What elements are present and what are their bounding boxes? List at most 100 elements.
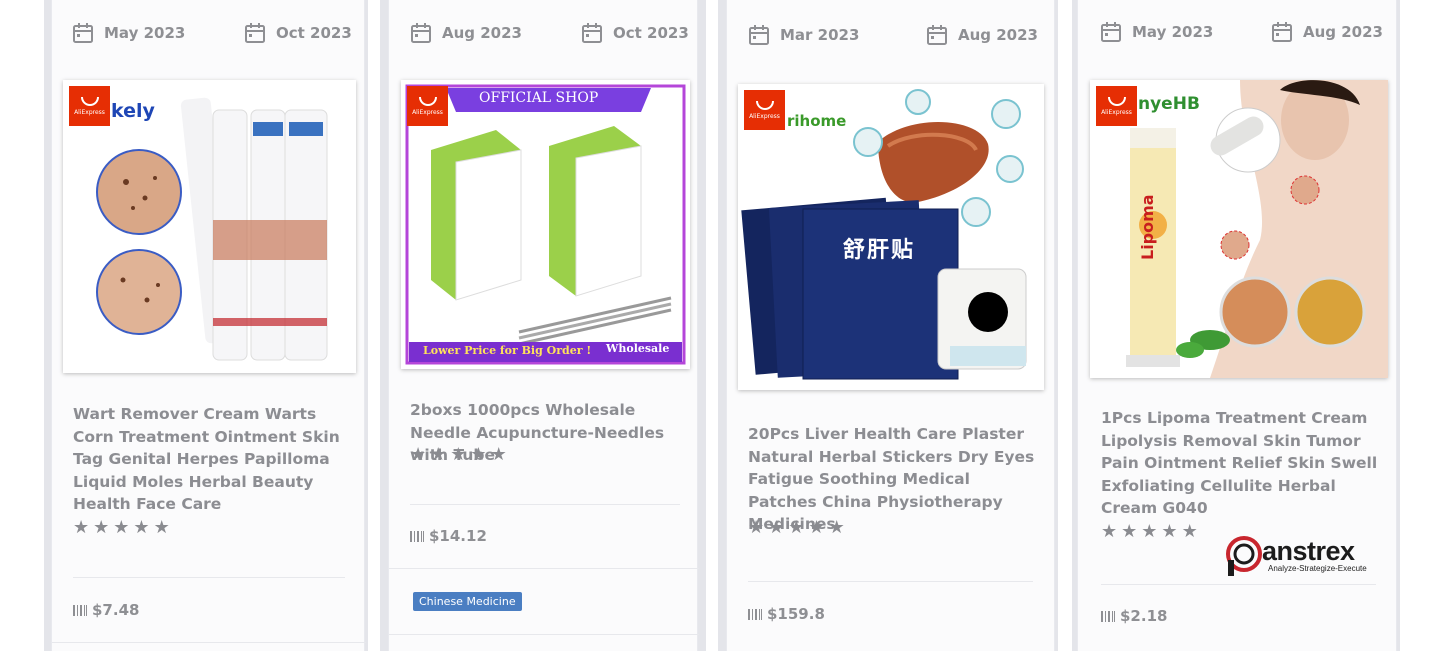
- end-date-label: Aug 2023: [1303, 23, 1383, 41]
- star-icon: ★: [73, 517, 90, 538]
- watermark-name: anstrex: [1262, 536, 1355, 566]
- star-icon: ★: [808, 517, 825, 538]
- star-icon: ★: [113, 517, 130, 538]
- brand-label: kely: [111, 100, 155, 122]
- start-date-label: Aug 2023: [442, 24, 522, 42]
- aliexpress-smile-icon: [418, 96, 437, 106]
- divider: [748, 581, 1033, 582]
- calendar-icon: [582, 23, 602, 43]
- start-date: May 2023: [72, 22, 185, 44]
- aliexpress-badge: AliExpress: [1096, 86, 1137, 126]
- star-icon: ★: [490, 444, 507, 465]
- aliexpress-smile-icon: [755, 100, 774, 110]
- price-value: $2.18: [1120, 607, 1168, 625]
- product-card[interactable]: May 2023 Oct 2023 AliExpress kely Wart R…: [51, 0, 366, 651]
- star-icon: ★: [1101, 521, 1118, 542]
- price: $159.8: [748, 605, 825, 623]
- category-tag[interactable]: Chinese Medicine: [413, 592, 522, 611]
- star-icon: ★: [93, 517, 110, 538]
- price-value: $14.12: [429, 527, 487, 545]
- calendar-icon: [245, 23, 265, 43]
- aliexpress-smile-icon: [80, 96, 99, 106]
- divider: [52, 642, 366, 643]
- aliexpress-badge: AliExpress: [744, 90, 785, 130]
- start-date: May 2023: [1100, 21, 1213, 43]
- product-card[interactable]: Aug 2023 Oct 2023 OFFICIAL SHOP Lower Pr…: [388, 0, 699, 651]
- star-icon: ★: [153, 517, 170, 538]
- brand-label: nyeHB: [1138, 94, 1200, 114]
- star-icon: ★: [410, 444, 427, 465]
- star-icon: ★: [788, 517, 805, 538]
- end-date: Aug 2023: [926, 24, 1038, 46]
- star-icon: ★: [1121, 521, 1138, 542]
- star-icon: ★: [450, 444, 467, 465]
- star-icon: ★: [1181, 521, 1198, 542]
- star-icon: ★: [748, 517, 765, 538]
- start-date-label: May 2023: [104, 24, 186, 42]
- brand-label: rihome: [787, 112, 847, 130]
- end-date-label: Oct 2023: [276, 24, 352, 42]
- divider: [389, 634, 699, 635]
- barcode-icon: [748, 608, 762, 620]
- calendar-icon: [1272, 22, 1292, 42]
- divider: [73, 577, 345, 578]
- calendar-icon: [927, 25, 947, 45]
- package-label: 舒肝贴: [843, 237, 916, 263]
- end-date: Aug 2023: [1271, 21, 1383, 43]
- star-icon: ★: [828, 517, 845, 538]
- start-date-label: May 2023: [1132, 23, 1214, 41]
- start-date: Aug 2023: [410, 22, 522, 44]
- rating-stars: ★ ★ ★ ★ ★: [1101, 523, 1198, 541]
- star-icon: ★: [768, 517, 785, 538]
- product-image[interactable]: OFFICIAL SHOP Lower Price for Big Order …: [401, 80, 690, 369]
- barcode-icon: [410, 530, 424, 542]
- date-range: Mar 2023 Aug 2023: [727, 24, 1054, 54]
- price: $14.12: [410, 527, 487, 545]
- aliexpress-badge-label: AliExpress: [74, 108, 105, 116]
- divider: [1101, 584, 1376, 585]
- end-date: Oct 2023: [581, 22, 689, 44]
- price: $7.48: [73, 601, 139, 619]
- date-range: May 2023 Aug 2023: [1078, 21, 1396, 51]
- product-card[interactable]: Mar 2023 Aug 2023 舒肝贴 AliExpress rihome …: [726, 0, 1055, 651]
- star-icon: ★: [430, 444, 447, 465]
- end-date: Oct 2023: [244, 22, 352, 44]
- aliexpress-badge-label: AliExpress: [412, 108, 443, 116]
- anstrex-watermark: anstrex Analyze-Strategize-Execute: [1224, 534, 1384, 578]
- aliexpress-badge-label: AliExpress: [1101, 108, 1132, 116]
- product-title[interactable]: 1Pcs Lipoma Treatment Cream Lipolysis Re…: [1101, 407, 1381, 520]
- divider: [389, 568, 699, 569]
- banner-wholesale-label: Wholesale: [606, 342, 670, 355]
- aliexpress-smile-icon: [1107, 96, 1126, 106]
- rating-stars: ★ ★ ★ ★ ★: [73, 519, 170, 537]
- aliexpress-badge-label: AliExpress: [749, 112, 780, 120]
- anstrex-logo-icon: [1226, 536, 1262, 576]
- aliexpress-badge: AliExpress: [69, 86, 110, 126]
- watermark-tagline: Analyze-Strategize-Execute: [1268, 564, 1367, 573]
- rating-stars: ★ ★ ★ ★ ★: [410, 446, 507, 464]
- product-image[interactable]: 舒肝贴 AliExpress rihome: [738, 84, 1044, 390]
- start-date: Mar 2023: [748, 24, 859, 46]
- star-icon: ★: [1141, 521, 1158, 542]
- barcode-icon: [73, 604, 87, 616]
- barcode-icon: [1101, 610, 1115, 622]
- calendar-icon: [749, 25, 769, 45]
- calendar-icon: [411, 23, 431, 43]
- start-date-label: Mar 2023: [780, 26, 860, 44]
- date-range: Aug 2023 Oct 2023: [389, 22, 697, 52]
- aliexpress-badge: AliExpress: [407, 86, 448, 126]
- banner-bottom-label: Lower Price for Big Order !: [423, 344, 592, 357]
- end-date-label: Aug 2023: [958, 26, 1038, 44]
- end-date-label: Oct 2023: [613, 24, 689, 42]
- product-image[interactable]: Lipoma AliExpress nyeHB: [1090, 80, 1388, 378]
- product-image[interactable]: AliExpress kely: [63, 80, 356, 373]
- product-title[interactable]: Wart Remover Cream Warts Corn Treatment …: [73, 403, 345, 516]
- star-icon: ★: [470, 444, 487, 465]
- price-value: $7.48: [92, 601, 140, 619]
- star-icon: ★: [133, 517, 150, 538]
- tube-label: Lipoma: [1138, 194, 1157, 260]
- date-range: May 2023 Oct 2023: [52, 22, 364, 52]
- price: $2.18: [1101, 607, 1167, 625]
- price-value: $159.8: [767, 605, 825, 623]
- star-icon: ★: [1161, 521, 1178, 542]
